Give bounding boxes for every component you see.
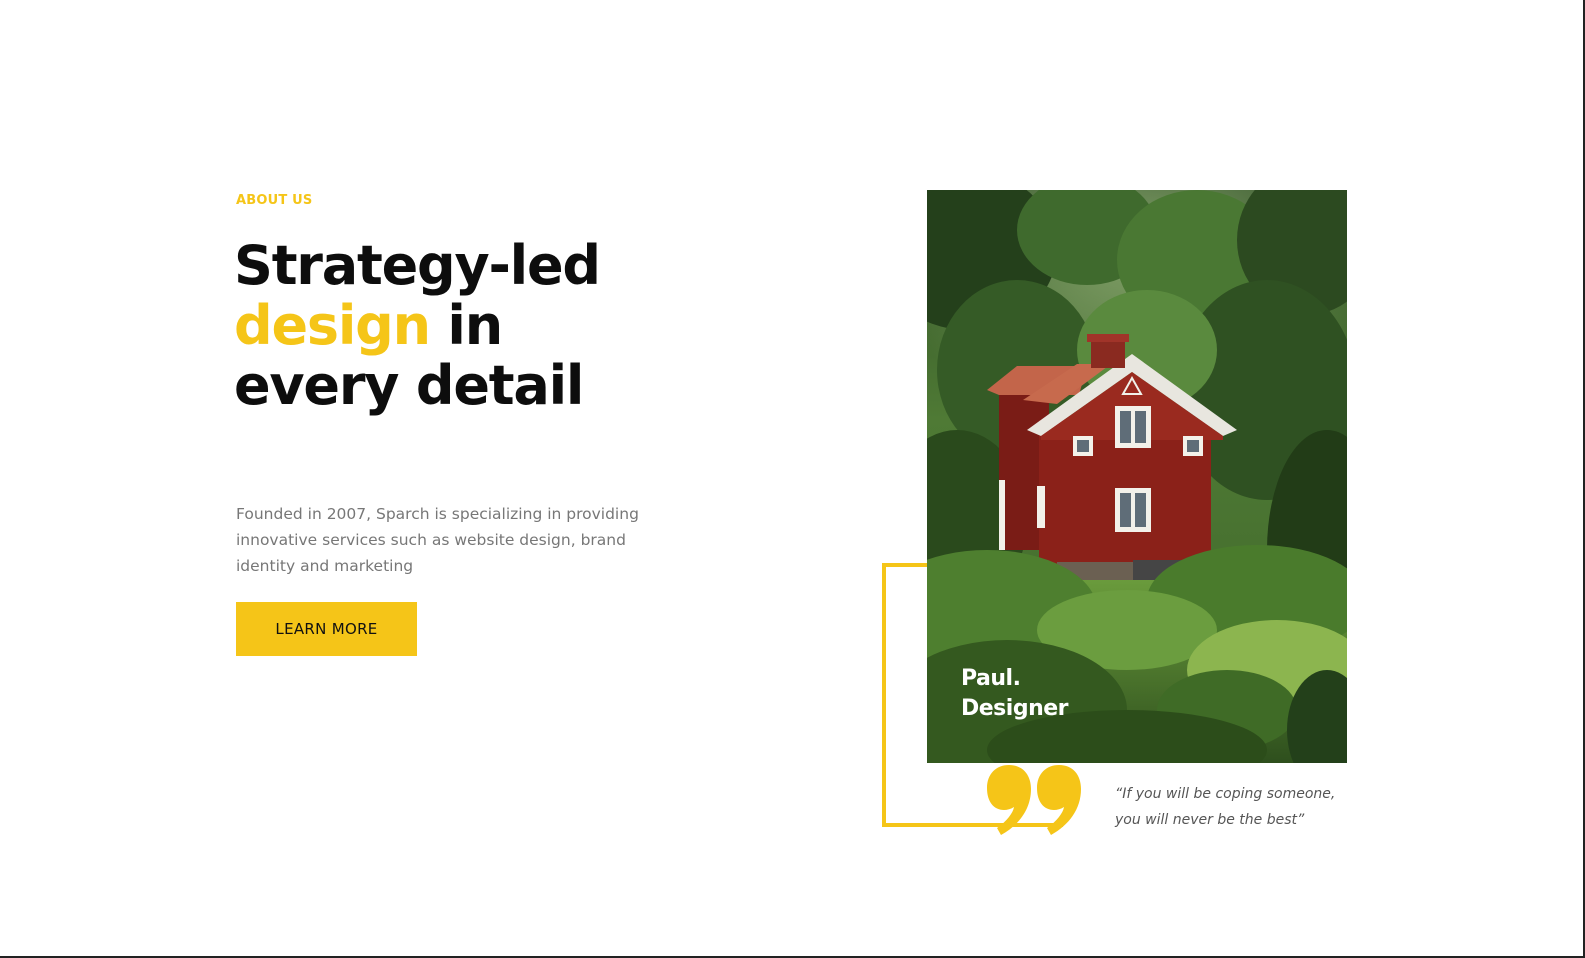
caption-role: Designer	[961, 696, 1069, 721]
headline-line-2-rest: in	[429, 294, 503, 357]
about-section: ABOUT US Strategy-led design in every de…	[0, 0, 1585, 958]
section-headline: Strategy-led design in every detail	[234, 234, 601, 417]
testimonial-quote: “If you will be coping someone, you will…	[1115, 786, 1336, 828]
photo-caption: Paul. Designer	[961, 664, 1069, 724]
section-eyebrow: ABOUT US	[236, 193, 313, 208]
caption-name: Paul.	[961, 666, 1021, 691]
section-description: Founded in 2007, Sparch is specializing …	[236, 504, 639, 575]
headline-accent-word: design	[234, 294, 431, 357]
headline-line-1: Strategy-led	[234, 234, 601, 297]
headline-line-3: every detail	[234, 354, 584, 417]
closing-quote-icon	[987, 765, 1081, 835]
learn-more-button[interactable]: LEARN MORE	[236, 602, 417, 656]
